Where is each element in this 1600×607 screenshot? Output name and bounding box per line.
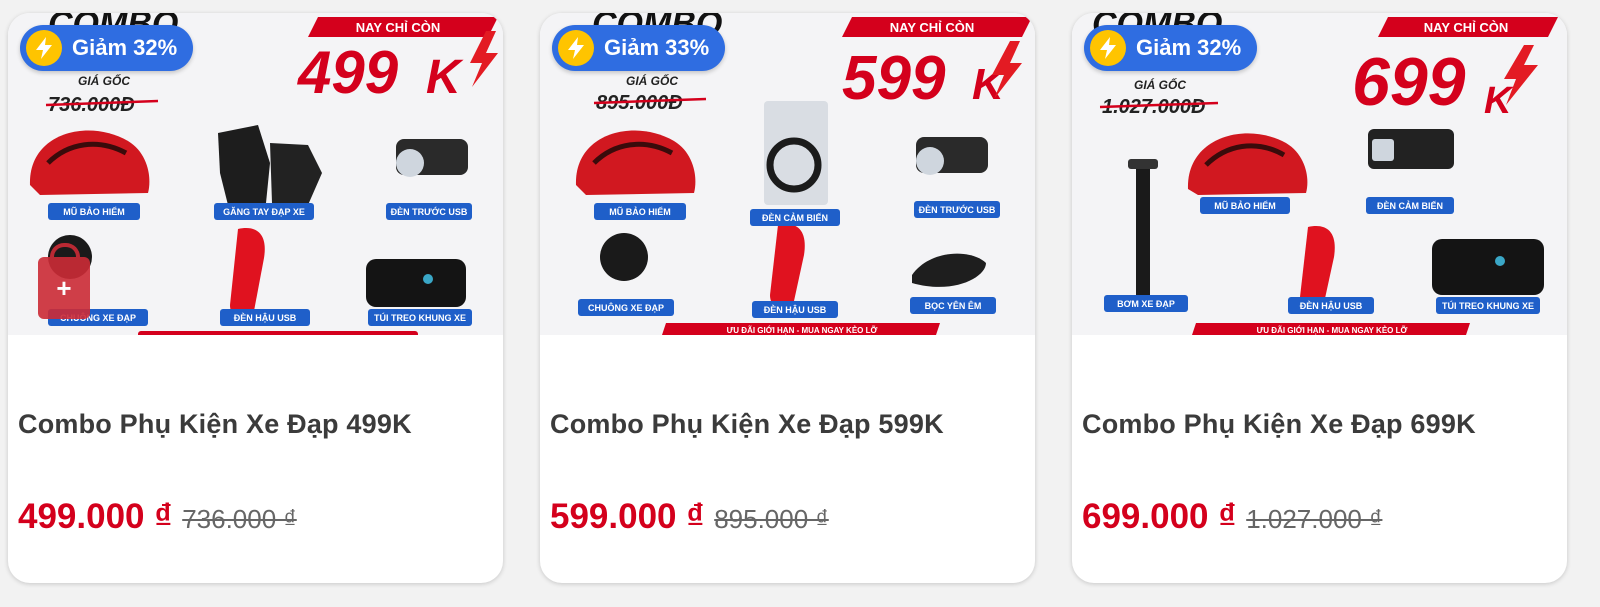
item-label-2: ĐÈN CẢM BIẾN <box>1377 200 1443 211</box>
lightning-icon <box>1090 30 1126 66</box>
price-row: 699.000 ₫ 1.027.000 ₫ <box>1082 497 1382 537</box>
item-label-6: TÚI TREO KHUNG XE <box>374 312 466 323</box>
banner-big-price: 599 <box>842 44 946 113</box>
original-price: 736.000 ₫ <box>182 504 297 534</box>
item-label-2: GĂNG TAY ĐẠP XE <box>223 207 305 217</box>
shopping-bag-plus-icon[interactable]: + <box>56 273 71 304</box>
product-title[interactable]: Combo Phụ Kiện Xe Đạp 499K <box>18 409 412 440</box>
discount-badge: Giảm 32% <box>20 25 194 71</box>
original-price: 895.000 ₫ <box>714 504 829 534</box>
item-label-5: ĐÈN HẬU USB <box>764 304 827 315</box>
product-image-3[interactable]: COMBO NAY CHỈ CÒN 699 K GIÁ GỐC 1.027.00… <box>1072 13 1567 335</box>
banner-footer: ƯU ĐÃI GIỚI HẠN - MUA NGAY KẺO LỠ <box>1257 326 1408 335</box>
product-card-2[interactable]: COMBO NAY CHỈ CÒN 599 K GIÁ GỐC 895.000Đ <box>540 13 1035 583</box>
frame-bag-image <box>1432 239 1544 295</box>
banner-orig-label: GIÁ GỐC <box>78 73 130 88</box>
original-price: 1.027.000 ₫ <box>1246 504 1383 534</box>
discount-label: Giảm 33% <box>604 35 710 60</box>
saddle-cover-image <box>912 253 986 287</box>
item-label-1: MŨ BẢO HIỂM <box>63 206 125 217</box>
bell-image <box>600 233 648 281</box>
rear-light-image <box>230 228 265 320</box>
item-label-4: CHUÔNG XE ĐẠP <box>588 302 664 313</box>
banner-unit: K <box>426 51 464 104</box>
item-label-6: BỌC YÊN ÊM <box>925 300 982 311</box>
item-label-3: ĐÈN TRƯỚC USB <box>391 206 468 217</box>
product-image-2[interactable]: COMBO NAY CHỈ CÒN 599 K GIÁ GỐC 895.000Đ <box>540 13 1035 335</box>
item-label-1: MŨ BẢO HIỂM <box>609 206 671 217</box>
item-label-5: TÚI TREO KHUNG XE <box>1442 300 1534 311</box>
rear-light-image <box>770 224 805 310</box>
item-label-3: ĐÈN TRƯỚC USB <box>919 204 996 215</box>
item-label-5: ĐÈN HẬU USB <box>234 312 297 323</box>
sale-price: 599.000 ₫ <box>550 497 705 536</box>
product-title[interactable]: Combo Phụ Kiện Xe Đạp 699K <box>1082 409 1476 440</box>
frame-bag-image <box>366 259 466 307</box>
banner-tag: NAY CHỈ CÒN <box>890 20 975 35</box>
banner-tag: NAY CHỈ CÒN <box>1424 20 1509 35</box>
product-card-1[interactable]: COMBO NAY CHỈ CÒN 499 K GIÁ GỐC 736.000Đ <box>8 13 503 583</box>
pump-image <box>1136 163 1150 299</box>
add-to-cart-button[interactable]: + <box>38 243 90 319</box>
lightning-icon <box>26 30 62 66</box>
sale-price: 499.000 ₫ <box>18 497 173 536</box>
banner-footer: ƯU ĐÃI GIỚI HẠN - MUA NGAY KẺO LỠ <box>727 326 878 335</box>
item-label-2: ĐÈN CẢM BIẾN <box>762 212 828 223</box>
banner-orig-label: GIÁ GỐC <box>626 73 678 88</box>
product-card-3[interactable]: COMBO NAY CHỈ CÒN 699 K GIÁ GỐC 1.027.00… <box>1072 13 1567 583</box>
sale-price: 699.000 ₫ <box>1082 497 1237 536</box>
banner-big-price: 499 <box>297 39 399 106</box>
product-image-1[interactable]: COMBO NAY CHỈ CÒN 499 K GIÁ GỐC 736.000Đ <box>8 13 503 335</box>
discount-badge: Giảm 32% <box>1084 25 1258 71</box>
price-row: 599.000 ₫ 895.000 ₫ <box>550 497 829 537</box>
product-title[interactable]: Combo Phụ Kiện Xe Đạp 599K <box>550 409 944 440</box>
banner-big-price: 699 <box>1352 44 1466 120</box>
banner-unit: K <box>1484 80 1514 122</box>
lightning-icon <box>558 30 594 66</box>
banner-orig-label: GIÁ GỐC <box>1134 77 1186 92</box>
discount-label: Giảm 32% <box>72 35 178 60</box>
item-label-4: ĐÈN HẬU USB <box>1300 300 1363 311</box>
item-label-3: BƠM XE ĐẠP <box>1117 299 1175 309</box>
discount-badge: Giảm 33% <box>552 25 726 71</box>
price-row: 499.000 ₫ 736.000 ₫ <box>18 497 297 537</box>
banner-tag: NAY CHỈ CÒN <box>356 20 441 35</box>
discount-label: Giảm 32% <box>1136 35 1242 60</box>
gloves-image <box>218 125 270 205</box>
item-label-1: MŨ BẢO HIỂM <box>1214 200 1276 211</box>
